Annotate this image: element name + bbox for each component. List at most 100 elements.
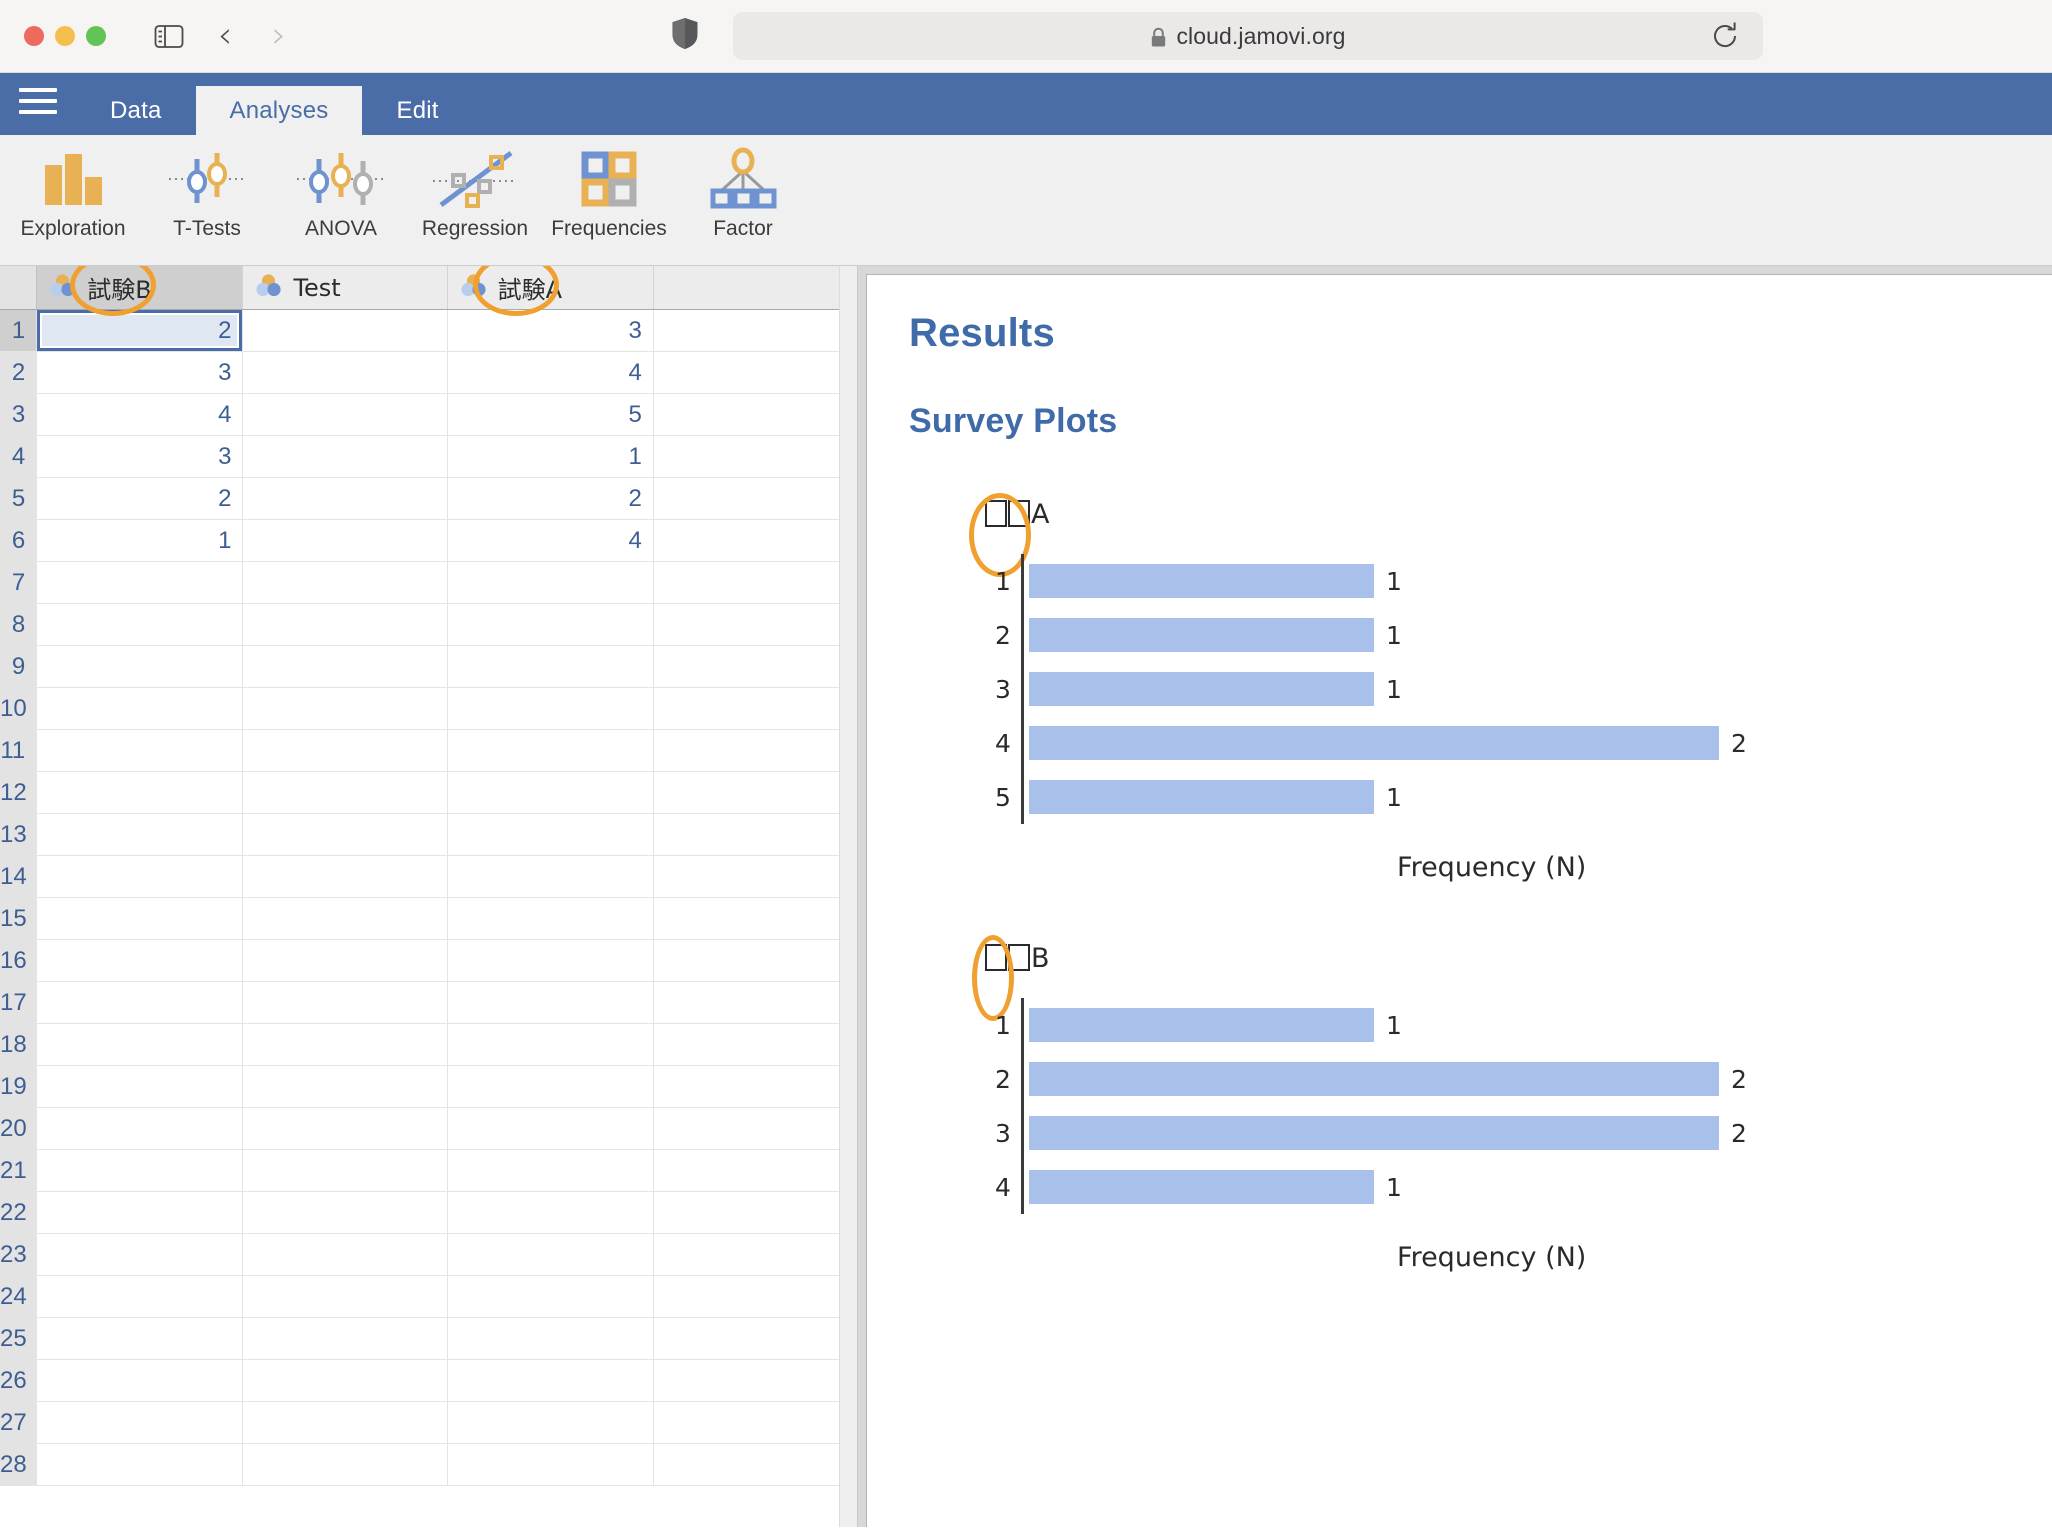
- table-cell[interactable]: [653, 1443, 857, 1486]
- table-cell[interactable]: [653, 1275, 857, 1318]
- column-header-3[interactable]: 試験A: [447, 266, 654, 310]
- row-number-cell[interactable]: 1: [0, 309, 38, 352]
- column-header-4[interactable]: [653, 266, 857, 310]
- table-cell[interactable]: [447, 897, 654, 940]
- row-number-cell[interactable]: 23: [0, 1233, 38, 1276]
- table-cell[interactable]: [653, 603, 857, 646]
- table-row[interactable]: 20: [0, 1107, 857, 1150]
- table-cell[interactable]: [653, 645, 857, 688]
- table-cell[interactable]: [447, 1107, 654, 1150]
- table-row[interactable]: 7: [0, 561, 857, 604]
- row-number-cell[interactable]: 27: [0, 1401, 38, 1444]
- row-number-cell[interactable]: 12: [0, 771, 38, 814]
- table-cell[interactable]: [36, 897, 244, 940]
- table-cell[interactable]: 5: [447, 393, 654, 436]
- table-cell[interactable]: [653, 1401, 857, 1444]
- table-cell[interactable]: [447, 939, 654, 982]
- table-cell[interactable]: [242, 435, 448, 478]
- table-cell[interactable]: [447, 1401, 654, 1444]
- table-row[interactable]: 522: [0, 477, 857, 520]
- table-cell[interactable]: [447, 1443, 654, 1486]
- chevron-left-icon[interactable]: ‹: [208, 18, 242, 54]
- table-cell[interactable]: [653, 561, 857, 604]
- table-row[interactable]: 22: [0, 1191, 857, 1234]
- tab-edit[interactable]: Edit: [362, 86, 472, 135]
- table-cell[interactable]: [447, 1359, 654, 1402]
- hamburger-menu-icon[interactable]: [0, 73, 76, 135]
- row-number-cell[interactable]: 15: [0, 897, 38, 940]
- table-cell[interactable]: [447, 855, 654, 898]
- table-cell[interactable]: [242, 1191, 448, 1234]
- table-cell[interactable]: [447, 645, 654, 688]
- table-cell[interactable]: [242, 1317, 448, 1360]
- table-row[interactable]: 27: [0, 1401, 857, 1444]
- table-cell[interactable]: 1: [447, 435, 654, 478]
- row-number-cell[interactable]: 21: [0, 1149, 38, 1192]
- table-cell[interactable]: 3: [36, 351, 244, 394]
- table-cell[interactable]: [36, 1401, 244, 1444]
- table-row[interactable]: 43 1: [0, 435, 857, 478]
- row-number-cell[interactable]: 22: [0, 1191, 38, 1234]
- column-header-1[interactable]: 試験B: [36, 266, 244, 310]
- table-cell[interactable]: [653, 897, 857, 940]
- ribbon-button-ttests[interactable]: T-Tests: [140, 135, 274, 260]
- table-cell[interactable]: [447, 1023, 654, 1066]
- table-cell[interactable]: [447, 1275, 654, 1318]
- table-cell[interactable]: [242, 645, 448, 688]
- sidebar-toggle-icon[interactable]: [152, 19, 186, 53]
- table-cell[interactable]: [36, 771, 244, 814]
- table-row[interactable]: 17: [0, 981, 857, 1024]
- results-pane[interactable]: Results Survey Plots A 1121314251 Freque…: [858, 266, 2052, 1527]
- table-cell[interactable]: [447, 1191, 654, 1234]
- table-cell[interactable]: [653, 1023, 857, 1066]
- table-cell[interactable]: [36, 645, 244, 688]
- table-cell[interactable]: [447, 981, 654, 1024]
- table-cell[interactable]: [653, 729, 857, 772]
- table-cell[interactable]: [447, 1233, 654, 1276]
- ribbon-button-regression[interactable]: Regression: [408, 135, 542, 260]
- table-cell[interactable]: [242, 1107, 448, 1150]
- table-cell[interactable]: [36, 1149, 244, 1192]
- table-cell[interactable]: 3: [36, 435, 244, 478]
- table-cell[interactable]: [242, 1275, 448, 1318]
- table-cell[interactable]: [242, 1149, 448, 1192]
- table-cell[interactable]: [36, 939, 244, 982]
- table-cell[interactable]: [447, 1065, 654, 1108]
- table-cell[interactable]: [653, 981, 857, 1024]
- tab-analyses[interactable]: Analyses: [195, 86, 363, 135]
- table-cell[interactable]: [653, 813, 857, 856]
- table-row[interactable]: 12 3: [0, 309, 857, 352]
- table-cell[interactable]: 1: [36, 519, 244, 562]
- table-cell[interactable]: [653, 477, 857, 520]
- row-number-cell[interactable]: 5: [0, 477, 38, 520]
- table-row[interactable]: 34 5: [0, 393, 857, 436]
- table-cell[interactable]: [242, 1233, 448, 1276]
- table-cell[interactable]: [36, 603, 244, 646]
- table-row[interactable]: 61 4: [0, 519, 857, 562]
- table-cell[interactable]: 2: [36, 477, 244, 520]
- row-number-cell[interactable]: 10: [0, 687, 38, 730]
- row-number-cell[interactable]: 28: [0, 1443, 38, 1486]
- table-cell[interactable]: [653, 1191, 857, 1234]
- row-number-cell[interactable]: 25: [0, 1317, 38, 1360]
- table-cell[interactable]: [36, 1023, 244, 1066]
- table-cell[interactable]: [36, 1359, 244, 1402]
- table-row[interactable]: 28: [0, 1443, 857, 1486]
- table-cell[interactable]: [36, 1191, 244, 1234]
- table-cell[interactable]: [653, 1149, 857, 1192]
- table-cell[interactable]: [653, 519, 857, 562]
- table-cell[interactable]: [36, 1317, 244, 1360]
- table-cell[interactable]: 2: [447, 477, 654, 520]
- table-cell[interactable]: [653, 771, 857, 814]
- table-row[interactable]: 26: [0, 1359, 857, 1402]
- table-cell[interactable]: [653, 1107, 857, 1150]
- table-row[interactable]: 16: [0, 939, 857, 982]
- table-cell[interactable]: [447, 771, 654, 814]
- table-cell[interactable]: [36, 855, 244, 898]
- table-cell[interactable]: [653, 435, 857, 478]
- address-bar[interactable]: cloud.jamovi.org: [733, 12, 1763, 60]
- row-number-cell[interactable]: 24: [0, 1275, 38, 1318]
- table-cell[interactable]: [447, 729, 654, 772]
- chevron-right-icon[interactable]: ›: [262, 18, 296, 54]
- table-row[interactable]: 8: [0, 603, 857, 646]
